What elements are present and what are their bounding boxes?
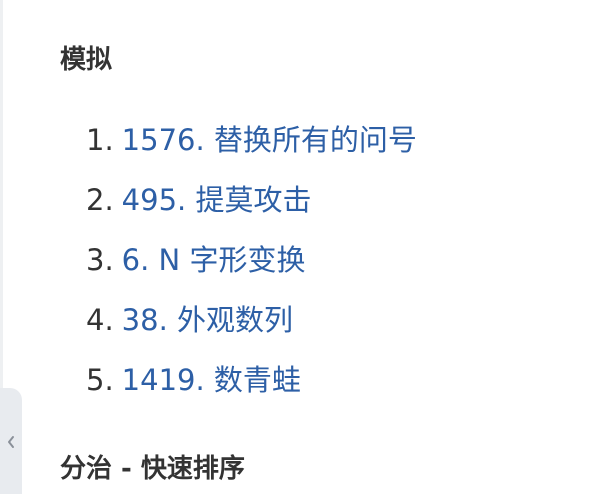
problem-link[interactable]: 38. 外观数列 xyxy=(122,303,293,337)
list-item: 5. 1419. 数青蛙 xyxy=(86,360,417,420)
list-item-number: 4. xyxy=(86,303,114,337)
chevron-left-icon xyxy=(8,436,14,448)
problem-link[interactable]: 6. N 字形变换 xyxy=(122,243,306,277)
problem-link[interactable]: 1419. 数青蛙 xyxy=(122,363,301,397)
list-item-number: 1. xyxy=(86,123,114,157)
sidebar-toggle-button[interactable] xyxy=(0,388,22,494)
list-item: 3. 6. N 字形变换 xyxy=(86,240,417,300)
problem-list: 1. 1576. 替换所有的问号 2. 495. 提莫攻击 3. 6. N 字形变换 … xyxy=(86,120,417,420)
list-item-number: 5. xyxy=(86,363,114,397)
section-heading-simulation: 模拟 xyxy=(60,45,113,75)
problem-link[interactable]: 495. 提莫攻击 xyxy=(122,183,312,217)
article-content: 模拟 1. 1576. 替换所有的问号 2. 495. 提莫攻击 3. 6. N 字形… xyxy=(0,0,602,494)
list-item: 1. 1576. 替换所有的问号 xyxy=(86,120,417,180)
list-item: 4. 38. 外观数列 xyxy=(86,300,417,360)
list-item-number: 3. xyxy=(86,243,114,277)
list-item-number: 2. xyxy=(86,183,114,217)
list-item: 2. 495. 提莫攻击 xyxy=(86,180,417,240)
problem-link[interactable]: 1576. 替换所有的问号 xyxy=(122,123,417,157)
section-heading-divide-conquer: 分治 - 快速排序 xyxy=(60,454,245,484)
